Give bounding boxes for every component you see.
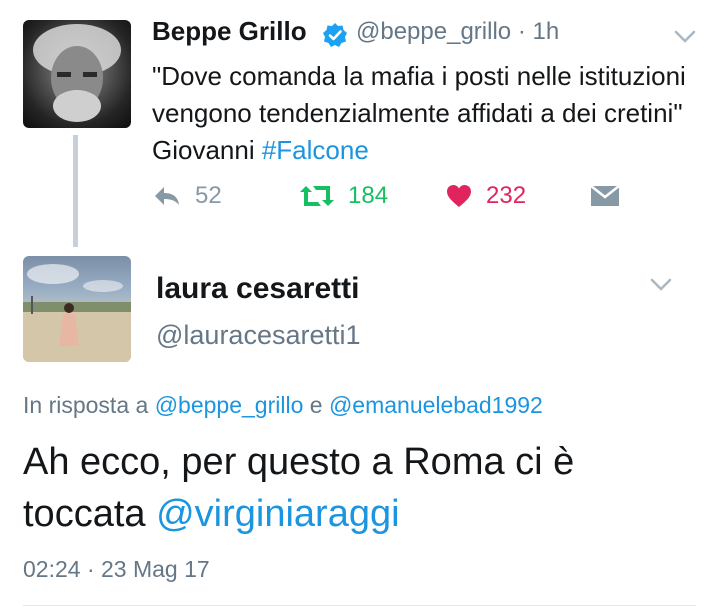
avatar-beppe-grillo[interactable] (23, 20, 131, 128)
divider (23, 605, 696, 606)
separator-dot: · (517, 18, 533, 45)
hashtag-link[interactable]: #Falcone (262, 135, 369, 165)
retweet-icon (300, 186, 334, 206)
reply-count: 52 (195, 182, 222, 209)
retweet-count: 184 (348, 182, 389, 209)
reply-arrow-icon (155, 187, 179, 205)
tweet-time-ago[interactable]: 1h (532, 18, 559, 45)
mention-link[interactable]: @emanuelebad1992 (329, 392, 543, 418)
in-reply-conjunction: e (309, 392, 323, 418)
in-reply-prefix: In risposta a (23, 392, 149, 418)
thread-connector-line (73, 135, 78, 247)
verified-badge-icon (322, 22, 348, 48)
reply-author-name[interactable]: laura cesaretti (156, 272, 359, 306)
author-name[interactable]: Beppe Grillo (152, 16, 307, 47)
retweet-button[interactable]: 184 (300, 180, 388, 212)
direct-message-button[interactable] (590, 180, 634, 212)
like-button[interactable]: 232 (446, 180, 526, 212)
reply-button[interactable]: 52 (153, 180, 222, 212)
in-reply-to-line: In risposta a @beppe_grillo e @emanueleb… (23, 392, 543, 419)
heart-icon (447, 185, 471, 207)
mention-link[interactable]: @beppe_grillo (155, 392, 304, 418)
mention-link[interactable]: @virginiaraggi (156, 493, 399, 535)
chevron-down-icon[interactable] (650, 278, 672, 292)
tweet-text: "Dove comanda la mafia i posti nelle ist… (152, 58, 692, 169)
reply-timestamp[interactable]: 02:24 · 23 Mag 17 (23, 556, 210, 583)
author-handle[interactable]: @beppe_grillo (356, 18, 511, 45)
reply-text: Ah ecco, per questo a Roma ci è toccata … (23, 436, 703, 540)
reply-author-handle[interactable]: @lauracesaretti1 (156, 320, 361, 351)
like-count: 232 (486, 182, 527, 209)
author-handle-line: @beppe_grillo · 1h (356, 18, 559, 46)
envelope-icon (590, 185, 620, 206)
tweet-text-body: "Dove comanda la mafia i posti nelle ist… (152, 61, 686, 165)
avatar-laura-cesaretti[interactable] (23, 256, 131, 362)
chevron-down-icon[interactable] (674, 30, 696, 44)
